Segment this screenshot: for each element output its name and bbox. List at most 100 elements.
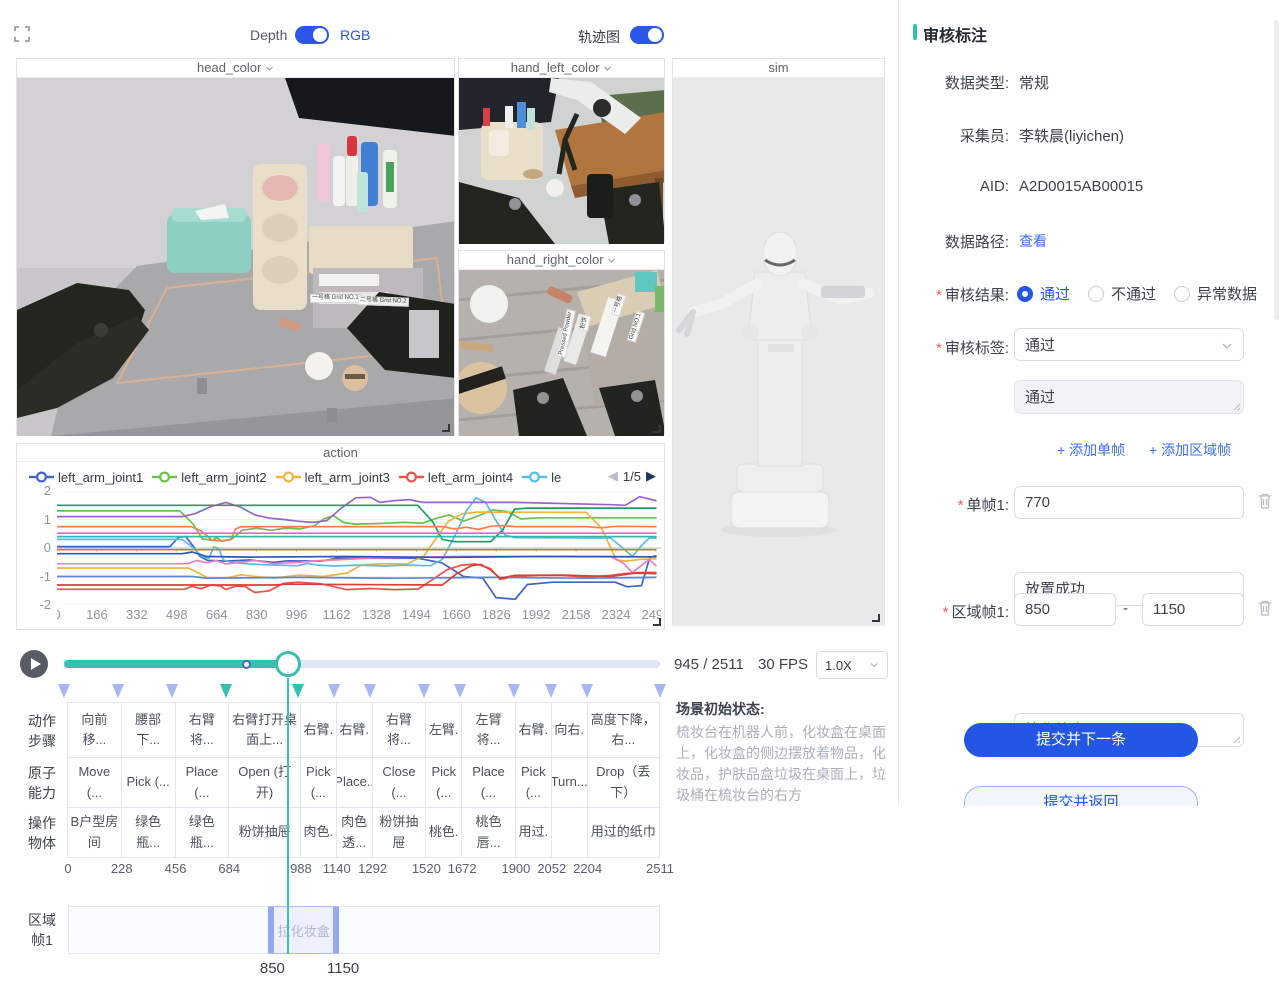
step-marker-icon[interactable] xyxy=(328,684,340,698)
step-cell-object[interactable]: 桃色. xyxy=(425,807,462,858)
step-cell-atomic[interactable]: Pick (... xyxy=(121,757,176,808)
step-cell-object[interactable]: 粉饼抽屉 xyxy=(372,807,427,858)
step-cell-atomic[interactable]: Turn... xyxy=(551,757,588,808)
radio-icon[interactable] xyxy=(1174,286,1190,302)
step-cell-action[interactable]: 高度下降，右... xyxy=(587,702,660,758)
step-marker-icon[interactable] xyxy=(364,684,376,698)
step-marker-icon[interactable] xyxy=(292,684,304,698)
region-start-input[interactable] xyxy=(1014,593,1116,626)
trajectory-toggle[interactable] xyxy=(630,26,664,44)
playhead-line[interactable] xyxy=(287,678,289,954)
chart-plot[interactable] xyxy=(57,491,663,605)
step-marker-icon[interactable] xyxy=(454,684,466,698)
submit-back-button[interactable]: 提交并返回 xyxy=(964,786,1198,806)
step-cell-object[interactable]: 绿色瓶... xyxy=(121,807,176,858)
step-marker-icon[interactable] xyxy=(508,684,520,698)
step-cell-action[interactable]: 向前移... xyxy=(67,702,122,758)
hand-right-header[interactable]: hand_right_color xyxy=(459,251,664,270)
step-marker-icon[interactable] xyxy=(220,684,232,698)
step-cell-action[interactable]: 右臂将... xyxy=(372,702,427,758)
step-cell-atomic[interactable]: Pick (... xyxy=(425,757,462,808)
region-handle-right[interactable] xyxy=(333,907,339,953)
submit-next-button[interactable]: 提交并下一条 xyxy=(964,723,1198,757)
x-tick-label: 1328 xyxy=(362,607,391,622)
step-marker-icon[interactable] xyxy=(654,684,666,698)
step-cell-object[interactable]: 粉饼抽屉 xyxy=(228,807,301,858)
fullscreen-icon[interactable] xyxy=(14,26,30,42)
hand-left-header[interactable]: hand_left_color xyxy=(459,59,664,78)
region-end-input[interactable] xyxy=(1142,593,1244,626)
head-color-header[interactable]: head_color xyxy=(17,59,454,78)
region-track[interactable] xyxy=(68,906,660,954)
step-cell-atomic[interactable]: Close (... xyxy=(372,757,427,808)
result-radio-option[interactable]: 不通过 xyxy=(1088,283,1156,304)
single-frame-input[interactable] xyxy=(1014,486,1244,519)
step-marker-icon[interactable] xyxy=(581,684,593,698)
radio-icon[interactable] xyxy=(1088,286,1104,302)
scrollbar-thumb[interactable] xyxy=(1274,20,1279,320)
step-cell-object[interactable]: 绿色瓶... xyxy=(175,807,230,858)
region-segment[interactable]: 拉化妆盒 xyxy=(268,906,339,954)
play-button[interactable] xyxy=(20,650,48,678)
step-cell-action[interactable]: 左臂. xyxy=(425,702,462,758)
add-region-frame-link[interactable]: + 添加区域帧 xyxy=(1149,440,1231,460)
delete-region-frame-icon[interactable] xyxy=(1257,599,1273,617)
step-cell-action[interactable]: 右臂将... xyxy=(175,702,230,758)
step-cell-action[interactable]: 左臂将... xyxy=(461,702,516,758)
legend-item[interactable]: le xyxy=(522,470,561,485)
radio-icon[interactable] xyxy=(1017,286,1033,302)
step-cell-atomic[interactable]: Drop（丢下） xyxy=(587,757,660,808)
depth-rgb-toggle[interactable] xyxy=(295,26,329,44)
single-frame-dot[interactable] xyxy=(242,660,251,669)
legend-item[interactable]: left_arm_joint2 xyxy=(152,470,266,485)
step-cell-atomic[interactable]: Move (... xyxy=(67,757,122,808)
step-cell-object[interactable]: 用过. xyxy=(515,807,552,858)
resize-corner-icon[interactable] xyxy=(652,424,661,433)
tag-note-textarea[interactable]: 通过 xyxy=(1014,380,1244,414)
resize-grip-icon[interactable] xyxy=(1232,735,1241,744)
legend-prev-icon[interactable]: ◀ xyxy=(608,468,618,484)
step-cell-object[interactable]: 肉色透... xyxy=(336,807,373,858)
step-cell-object[interactable]: B户型房间 xyxy=(67,807,122,858)
step-marker-icon[interactable] xyxy=(545,684,557,698)
delete-single-frame-icon[interactable] xyxy=(1257,492,1273,510)
tag-select[interactable]: 通过 xyxy=(1014,328,1244,361)
legend-item[interactable]: left_arm_joint4 xyxy=(399,470,513,485)
step-cell-action[interactable]: 向右. xyxy=(551,702,588,758)
data-path-link[interactable]: 查看 xyxy=(1019,231,1047,251)
progress-handle[interactable] xyxy=(275,651,301,677)
result-radio-option[interactable]: 通过 xyxy=(1017,283,1070,304)
resize-corner-icon[interactable] xyxy=(441,423,450,432)
step-marker-icon[interactable] xyxy=(418,684,430,698)
speed-select[interactable]: 1.0X xyxy=(816,651,888,679)
step-cell-atomic[interactable]: Place.. xyxy=(336,757,373,808)
step-marker-icon[interactable] xyxy=(58,684,70,698)
resize-corner-icon[interactable] xyxy=(652,617,661,626)
resize-grip-icon[interactable] xyxy=(1232,402,1241,411)
legend-item[interactable]: left_arm_joint3 xyxy=(276,470,390,485)
step-cell-action[interactable]: 腰部下... xyxy=(121,702,176,758)
step-cell-action[interactable]: 右臂. xyxy=(300,702,337,758)
aid-value: A2D0015AB00015 xyxy=(1019,178,1143,195)
resize-corner-icon[interactable] xyxy=(871,613,880,622)
sim-viewport[interactable] xyxy=(673,78,884,626)
step-cell-object[interactable]: 桃色唇... xyxy=(461,807,516,858)
step-cell-atomic[interactable]: Pick (... xyxy=(300,757,337,808)
step-cell-atomic[interactable]: Open (打开) xyxy=(228,757,301,808)
region-handle-left[interactable] xyxy=(268,907,274,953)
result-radio-option[interactable]: 异常数据 xyxy=(1174,283,1257,304)
step-cell-object[interactable]: 肉色. xyxy=(300,807,337,858)
step-marker-icon[interactable] xyxy=(166,684,178,698)
legend-next-icon[interactable]: ▶ xyxy=(646,468,656,484)
step-cell-atomic[interactable]: Place (... xyxy=(461,757,516,808)
step-cell-action[interactable]: 右臂. xyxy=(336,702,373,758)
sim-header[interactable]: sim xyxy=(673,59,884,78)
step-cell-atomic[interactable]: Pick (... xyxy=(515,757,552,808)
add-single-frame-link[interactable]: + 添加单帧 xyxy=(1057,440,1125,460)
step-cell-atomic[interactable]: Place (... xyxy=(175,757,230,808)
step-cell-action[interactable]: 右臂打开桌面上... xyxy=(228,702,301,758)
step-cell-object[interactable]: 用过的纸巾 xyxy=(587,807,660,858)
step-cell-action[interactable]: 右臂. xyxy=(515,702,552,758)
step-cell-object[interactable] xyxy=(551,807,588,858)
step-marker-icon[interactable] xyxy=(112,684,124,698)
